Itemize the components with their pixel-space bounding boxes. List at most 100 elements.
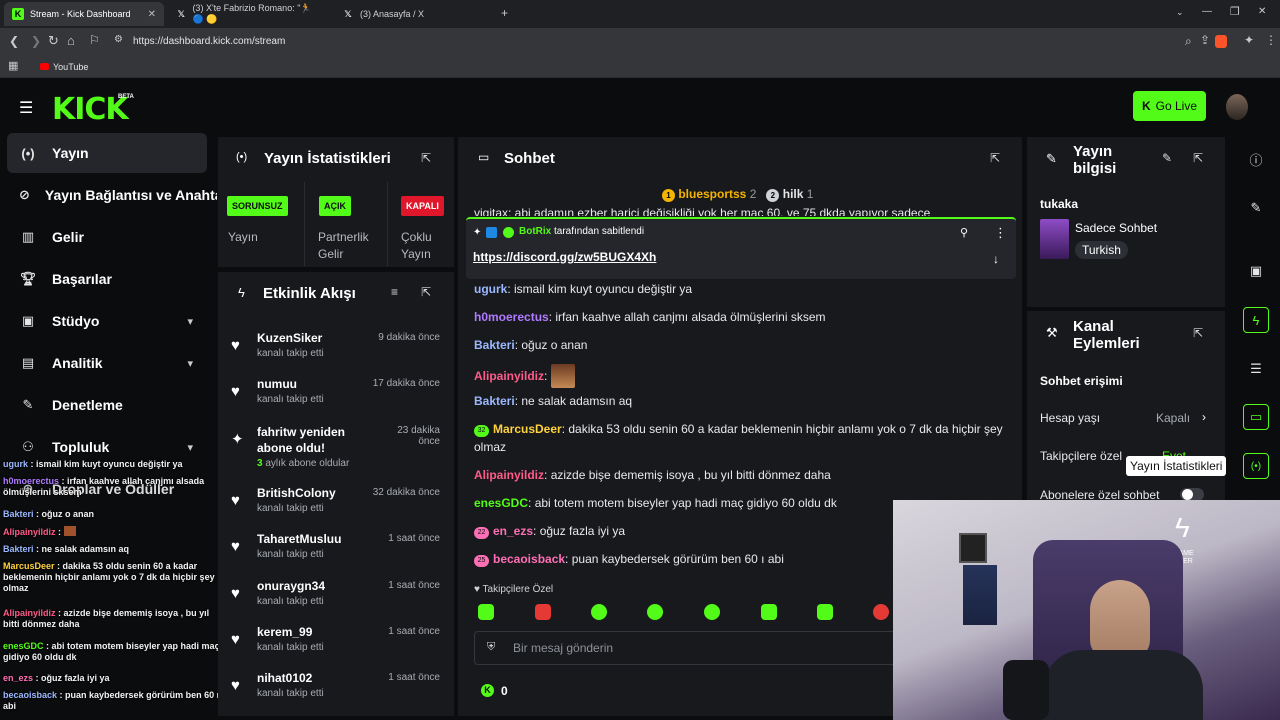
- event-name: BritishColony: [257, 486, 336, 500]
- heart-icon: ♥: [231, 585, 240, 602]
- status-badge-sorunsuz: SORUNSUZ: [227, 196, 288, 216]
- chat-username[interactable]: Bakteri: [474, 394, 515, 408]
- bookmark-youtube[interactable]: YouTube: [53, 62, 88, 72]
- tab-x-home[interactable]: 𝕏 (3) Anasayfa / X: [334, 2, 494, 26]
- menu-icon[interactable]: ⋮: [1265, 33, 1277, 47]
- sidebar-item-yayin[interactable]: (•) Yayın: [7, 133, 207, 173]
- kick-k-icon: K: [1141, 99, 1151, 113]
- edit-icon[interactable]: ✎: [1243, 195, 1269, 221]
- emote-button[interactable]: [591, 604, 607, 620]
- kick-points-icon[interactable]: K: [481, 684, 494, 697]
- tab-kick-dashboard[interactable]: K Stream - Kick Dashboard ✕: [4, 2, 164, 26]
- sidebar-item-label: Analitik: [52, 355, 103, 371]
- bookmark-icon[interactable]: ⚐: [89, 33, 100, 47]
- overlay-username: Bakteri: [3, 544, 34, 554]
- beta-label: BETA: [118, 94, 134, 100]
- list-icon[interactable]: ☰: [1243, 356, 1269, 382]
- chat-username[interactable]: becaoisback: [493, 552, 565, 566]
- sidebar-item-stream-key[interactable]: ⊘ Yayın Bağlantısı ve Anahtarı: [7, 175, 217, 215]
- forward-icon[interactable]: ❯: [31, 34, 41, 48]
- chat-username[interactable]: Alipainyildiz: [474, 468, 544, 482]
- media-icon[interactable]: ▣: [1243, 258, 1269, 284]
- popout-icon[interactable]: ⇱: [1193, 151, 1203, 165]
- setting-row-account-age[interactable]: Hesap yaşı Kapalı ›: [1040, 410, 1216, 428]
- event-sub: kanalı takip etti: [257, 549, 324, 560]
- apps-icon[interactable]: ▦: [8, 59, 18, 72]
- chat-username[interactable]: ugurk: [474, 282, 507, 296]
- popout-icon[interactable]: ⇱: [421, 285, 431, 299]
- sidebar-item-label: Yayın: [52, 145, 89, 161]
- event-sub: kanalı takip etti: [257, 503, 324, 514]
- tab-x-fabrizio[interactable]: 𝕏 (3) X'te Fabrizio Romano: "🏃 🔵 🟡: [168, 2, 328, 26]
- home-icon[interactable]: ⌂: [67, 33, 75, 48]
- chat-username[interactable]: h0moerectus: [474, 310, 549, 324]
- actions-title: Kanal Eylemleri: [1073, 318, 1140, 352]
- bookmarks-bar: ▦ YouTube: [0, 56, 1280, 78]
- category-name[interactable]: Sadece Sohbet: [1075, 221, 1157, 235]
- overlay-text: oğuz fazla iyi ya: [41, 673, 110, 683]
- edit-icon[interactable]: ✎: [1162, 151, 1172, 165]
- sidebar-item-analitik[interactable]: ▤ Analitik ▾: [7, 343, 207, 383]
- chat-icon[interactable]: ▭: [1243, 404, 1269, 430]
- emote-button[interactable]: [761, 604, 777, 620]
- popout-icon[interactable]: ⇱: [1193, 326, 1203, 340]
- url-field[interactable]: https://dashboard.kick.com/stream: [133, 36, 285, 47]
- chat-text: azizde bişe dememiş isoya , bu yıl bitti…: [550, 468, 831, 482]
- pin-action-icon[interactable]: ⚲: [960, 226, 968, 239]
- chat-username[interactable]: enesGDC: [474, 496, 528, 510]
- heart-icon: ♥: [231, 631, 240, 648]
- restore-icon[interactable]: ❐: [1230, 5, 1240, 18]
- emote-button[interactable]: [647, 604, 663, 620]
- brave-shield-icon[interactable]: [1215, 35, 1227, 48]
- tab-search-icon[interactable]: ⌄: [1176, 7, 1184, 18]
- lightning-icon: ϟ: [238, 285, 245, 300]
- chat-message: 32 MarcusDeer: dakika 53 oldu senin 60 a …: [474, 422, 1003, 454]
- stats-title: Yayın İstatistikleri: [264, 150, 391, 167]
- hamburger-menu-icon[interactable]: ☰: [19, 98, 33, 118]
- streamer-name: tukaka: [1040, 197, 1079, 211]
- site-settings-icon[interactable]: ⚙: [114, 34, 123, 45]
- event-sub: kanalı takip etti: [257, 394, 324, 405]
- go-live-button[interactable]: K Go Live: [1133, 91, 1206, 121]
- zoom-icon[interactable]: ⌕: [1185, 34, 1192, 49]
- filter-icon[interactable]: ≡: [391, 285, 398, 299]
- lightning-icon[interactable]: ϟ: [1243, 307, 1269, 333]
- chat-username[interactable]: MarcusDeer: [493, 422, 562, 436]
- emote-button[interactable]: [535, 604, 551, 620]
- kick-logo[interactable]: KICK: [52, 92, 129, 127]
- pinned-message[interactable]: ✦ BotRix tarafından sabitlendi ⚲ ⋮ https…: [466, 217, 1016, 279]
- close-window-icon[interactable]: ✕: [1258, 6, 1266, 17]
- pinned-by-user: BotRix: [519, 226, 552, 237]
- popout-icon[interactable]: ⇱: [990, 151, 1000, 165]
- extensions-icon[interactable]: ✦: [1244, 33, 1254, 47]
- sidebar-item-gelir[interactable]: ▥ Gelir: [7, 217, 207, 257]
- minimize-icon[interactable]: —: [1202, 6, 1212, 17]
- new-tab-button[interactable]: +: [501, 6, 508, 20]
- reload-icon[interactable]: ↻: [48, 33, 59, 49]
- close-tab-icon[interactable]: ✕: [148, 9, 156, 20]
- chat-message: h0moerectus: irfan kaahve allah canjmı a…: [474, 310, 826, 324]
- emote-button[interactable]: [817, 604, 833, 620]
- emote-button[interactable]: [873, 604, 889, 620]
- chat-username[interactable]: en_ezs: [493, 524, 533, 538]
- wall-frame: [959, 533, 987, 563]
- expand-down-icon[interactable]: ↓: [993, 252, 999, 266]
- info-icon[interactable]: ⓘ: [1243, 146, 1269, 172]
- event-time: 9 dakika önce: [378, 332, 440, 343]
- sidebar-item-denetleme[interactable]: ✎ Denetleme: [7, 385, 207, 425]
- broadcast-icon[interactable]: (•): [1243, 453, 1269, 479]
- share-icon[interactable]: ⇪: [1200, 33, 1210, 47]
- user-avatar[interactable]: [1226, 94, 1248, 120]
- sub-count: 3: [257, 458, 263, 469]
- emote-button[interactable]: [478, 604, 494, 620]
- chat-username[interactable]: Alipainyildiz: [474, 369, 544, 383]
- popout-icon[interactable]: ⇱: [421, 151, 431, 165]
- emote-button[interactable]: [704, 604, 720, 620]
- back-icon[interactable]: ❮: [9, 34, 19, 48]
- sidebar-item-studyo[interactable]: ▣ Stüdyo ▾: [7, 301, 207, 341]
- sidebar-item-basarilar[interactable]: 🏆︎ Başarılar: [7, 259, 207, 299]
- pinned-link[interactable]: https://discord.gg/zw5BUGX4Xh: [473, 250, 656, 264]
- more-options-icon[interactable]: ⋮: [994, 225, 1007, 241]
- info-title: Yayın bilgisi: [1073, 143, 1117, 177]
- chat-username[interactable]: Bakteri: [474, 338, 515, 352]
